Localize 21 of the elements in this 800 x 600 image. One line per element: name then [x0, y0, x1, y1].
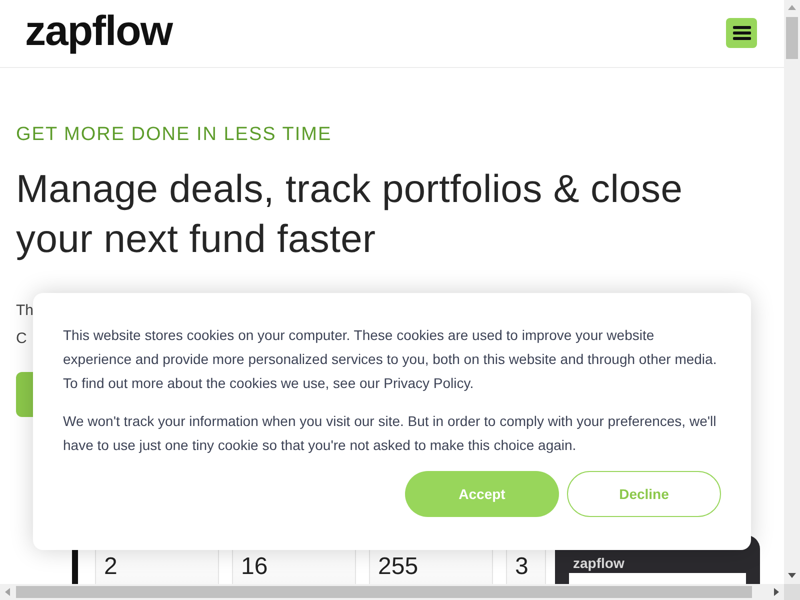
vertical-scrollbar[interactable] [784, 0, 800, 584]
scroll-left-icon[interactable] [5, 588, 10, 596]
scrollbar-thumb[interactable] [786, 17, 798, 59]
headline: Manage deals, track portfolios & close your next fund faster [16, 167, 684, 263]
cookie-text: This website stores cookies on your computer. These cookies are used to improve your website experience and provide more personalized services to you, both on this website and through other media. To find out more about the cookies we use, see our Privacy Policy. [63, 326, 718, 393]
accept-button[interactable]: Accept [405, 471, 559, 517]
intro-text: Th [16, 302, 34, 319]
cookie-text: We won't track your information when you visit our site. But in order to comply with your preferences, we'll have to use just one tiny cookie so that you're not asked to make this choice again. [63, 412, 718, 455]
scroll-down-icon[interactable] [788, 573, 796, 578]
phone-logo: zapflow [573, 555, 624, 571]
scroll-up-icon[interactable] [788, 5, 796, 10]
menu-icon [732, 24, 750, 40]
eyebrow: GET MORE DONE IN LESS TIME [16, 123, 333, 147]
logo[interactable]: zapflow [25, 10, 172, 52]
intro-text: C [16, 330, 27, 347]
decline-button[interactable]: Decline [567, 471, 721, 517]
scrollbar-thumb[interactable] [16, 586, 752, 598]
scrollbar-corner [784, 584, 800, 600]
horizontal-scrollbar[interactable] [0, 584, 784, 600]
menu-button[interactable] [726, 18, 757, 48]
scroll-right-icon[interactable] [774, 588, 779, 596]
